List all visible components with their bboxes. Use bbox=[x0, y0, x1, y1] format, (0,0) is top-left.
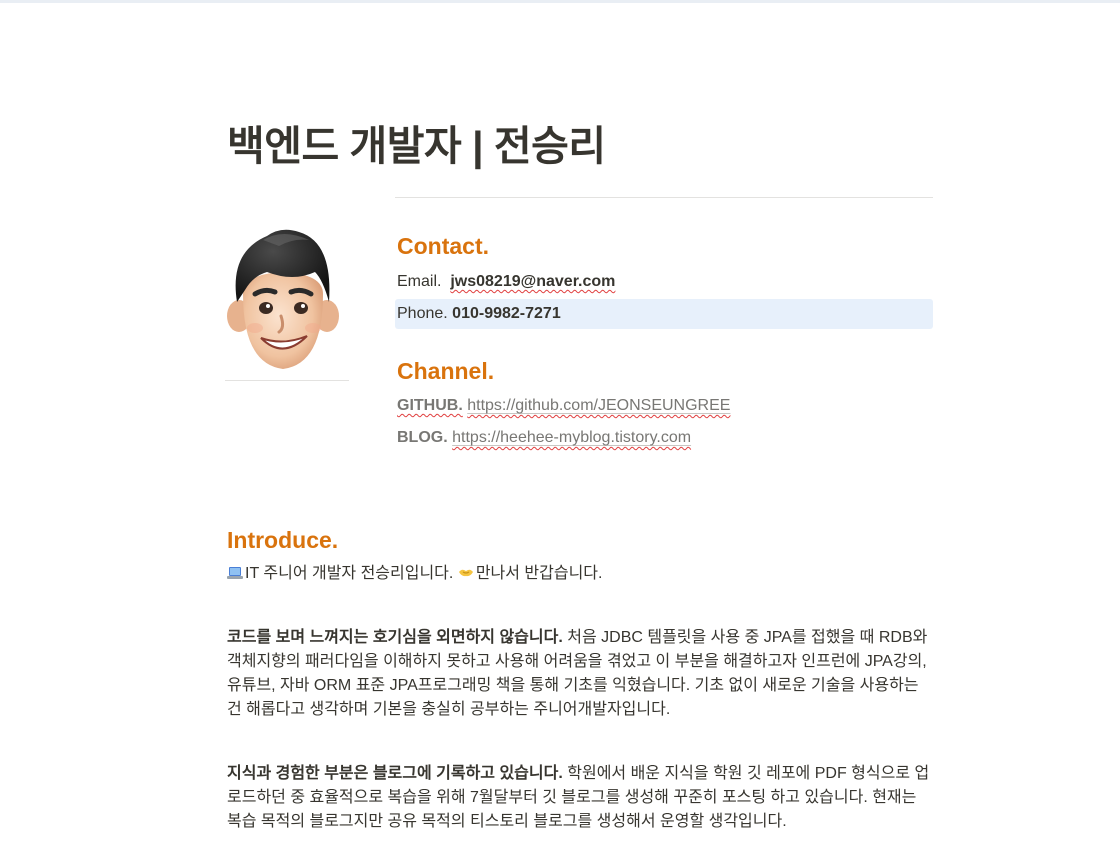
github-row: GITHUB. https://github.com/JEONSEUNGREE bbox=[397, 397, 730, 415]
blog-link[interactable]: https://heehee-myblog.tistory.com bbox=[452, 429, 691, 446]
introduce-heading: Introduce. bbox=[227, 527, 339, 553]
blog-row: BLOG. https://heehee-myblog.tistory.com bbox=[397, 429, 691, 447]
phone-row: Phone. 010-9982-7271 bbox=[397, 305, 561, 323]
paragraph-2-bold: 지식과 경험한 부분은 블로그에 기록하고 있습니다. bbox=[227, 765, 563, 782]
intro-paragraph-2: 지식과 경험한 부분은 블로그에 기록하고 있습니다. 학원에서 배운 지식을 … bbox=[227, 762, 933, 834]
divider bbox=[225, 380, 349, 381]
contact-heading: Contact. bbox=[397, 233, 489, 259]
blog-label: BLOG. bbox=[397, 429, 448, 446]
avatar bbox=[227, 229, 339, 369]
top-bar bbox=[0, 0, 1120, 3]
page-title: 백엔드 개발자 | 전승리 bbox=[227, 123, 606, 169]
intro-paragraph-1: 코드를 보며 느껴지는 호기심을 외면하지 않습니다. 처음 JDBC 템플릿을… bbox=[227, 626, 933, 722]
intro-line-a: IT 주니어 개발자 전승리입니다. bbox=[245, 565, 454, 582]
divider bbox=[395, 197, 933, 198]
handshake-icon bbox=[458, 564, 474, 588]
email-label: Email. bbox=[397, 273, 442, 290]
channel-heading: Channel. bbox=[397, 358, 495, 384]
github-label: GITHUB. bbox=[397, 397, 463, 414]
intro-line: IT 주니어 개발자 전승리입니다. 만나서 반갑습니다. bbox=[227, 562, 933, 588]
github-url: https://github.com/JEONSEUNGREE bbox=[467, 397, 731, 414]
blog-url: https://heehee-myblog.tistory.com bbox=[452, 429, 692, 446]
laptop-icon bbox=[227, 564, 243, 588]
phone-label: Phone. bbox=[397, 305, 448, 322]
email-row: Email. jws08219@naver.com bbox=[397, 273, 615, 291]
phone-value: 010-9982-7271 bbox=[452, 305, 561, 322]
intro-line-b: 만나서 반갑습니다. bbox=[475, 565, 603, 582]
paragraph-1-bold: 코드를 보며 느껴지는 호기심을 외면하지 않습니다. bbox=[227, 629, 563, 646]
email-link[interactable]: jws08219@naver.com bbox=[450, 273, 615, 290]
github-link[interactable]: https://github.com/JEONSEUNGREE bbox=[467, 397, 730, 414]
